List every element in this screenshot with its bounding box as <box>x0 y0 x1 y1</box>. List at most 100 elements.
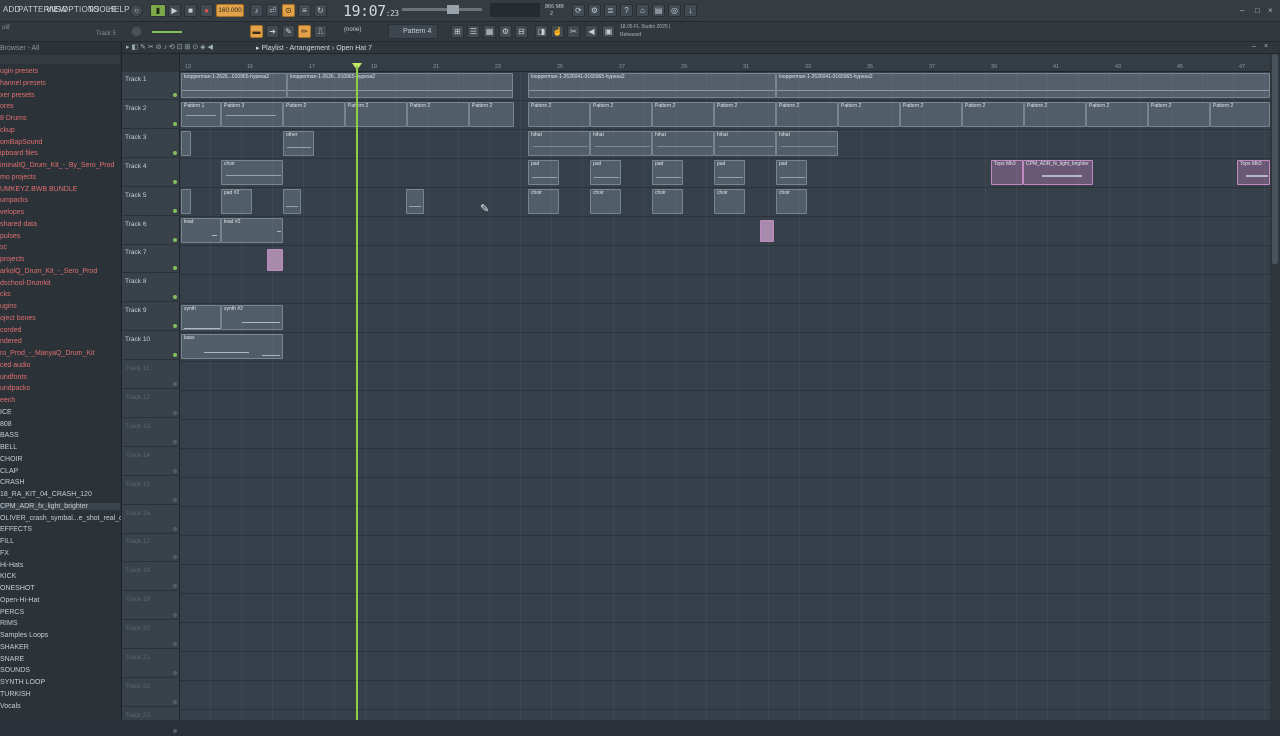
help-icon[interactable]: ? <box>620 4 633 17</box>
pattern-clip[interactable] <box>181 189 191 214</box>
track-enable-icon[interactable] <box>173 671 177 675</box>
project-icon[interactable]: ⊟ <box>515 25 528 38</box>
pattern-clip[interactable]: pad <box>714 160 745 185</box>
record-mode-icon[interactable]: ○ <box>130 4 143 17</box>
play-button[interactable]: ▶ <box>168 4 181 17</box>
track-enable-icon[interactable] <box>173 526 177 531</box>
browser-item[interactable]: ores <box>0 103 14 110</box>
pattern-clip[interactable]: choir <box>590 189 621 214</box>
pattern-clip[interactable]: pad #2 <box>221 189 252 214</box>
pattern-clip[interactable]: choir <box>652 189 683 214</box>
browser-item[interactable]: cks <box>0 291 11 298</box>
pattern-clip[interactable]: bass <box>181 334 283 359</box>
blend-notes-icon[interactable]: ≡ <box>298 4 311 17</box>
track-header[interactable]: Track 22 <box>122 679 180 707</box>
browser-item[interactable]: undfonts <box>0 374 27 381</box>
slide-icon[interactable]: ➜ <box>266 25 279 38</box>
cut-icon[interactable]: ✂ <box>567 25 580 38</box>
track-header[interactable]: Track 18 <box>122 563 180 592</box>
track-enable-icon[interactable] <box>173 410 177 415</box>
pattern-clip[interactable]: choir <box>714 189 745 214</box>
pattern-selector[interactable]: Pattern 4 <box>388 24 438 39</box>
browser-item[interactable]: OLIVER_crash_symbal...e_shot_real_clean_… <box>0 515 121 522</box>
pattern-clip[interactable]: choir <box>221 160 283 185</box>
vertical-scrollbar[interactable] <box>1270 54 1280 720</box>
browser-item[interactable]: Vocals <box>0 703 21 710</box>
browser-item[interactable]: hannel presets <box>0 80 46 87</box>
pattern-clip[interactable]: choir <box>528 189 559 214</box>
track-enable-icon[interactable] <box>173 353 177 358</box>
browser-item[interactable]: KICK <box>0 573 16 580</box>
browser-item[interactable]: ndered <box>0 338 22 345</box>
pattern-clip[interactable]: hihat <box>652 131 714 156</box>
pattern-clip[interactable]: Pattern 1 <box>181 102 221 127</box>
audio-clip[interactable] <box>267 249 283 271</box>
track-enable-icon[interactable] <box>173 699 177 704</box>
track-header[interactable]: Track 7 <box>122 245 180 274</box>
pattern-clip[interactable]: synth <box>181 305 221 330</box>
pattern-clip[interactable]: Pattern 2 <box>1148 102 1210 127</box>
store-icon[interactable]: ▣ <box>602 25 615 38</box>
browser-item[interactable]: CLAP <box>0 468 18 475</box>
browser-item[interactable]: FX <box>0 550 9 557</box>
track-enable-icon[interactable] <box>173 237 177 242</box>
track-header[interactable]: Track 15 <box>122 477 180 505</box>
browser-item[interactable]: SYNTH LOOP <box>0 679 45 686</box>
snap-icon[interactable]: ▬ <box>250 25 263 38</box>
pattern-clip[interactable]: Pattern 2 <box>1210 102 1270 127</box>
mixer-view-icon[interactable]: ⊞ <box>451 25 464 38</box>
audio-clip[interactable]: Tops Mb3 <box>991 160 1023 185</box>
timeline-ruler[interactable]: 13151719212325272931333537394143454749 <box>180 54 1270 72</box>
channel-rack-icon[interactable]: ☰ <box>467 25 480 38</box>
pattern-clip[interactable]: lead #2 <box>221 218 283 243</box>
browser-item[interactable]: umpacks <box>0 197 28 204</box>
pattern-clip[interactable]: Pattern 2 <box>407 102 469 127</box>
maximize-icon[interactable]: □ <box>1255 6 1265 16</box>
pattern-clip[interactable]: Pattern 2 <box>652 102 714 127</box>
menu-help[interactable]: HELP <box>108 5 130 14</box>
pattern-clip[interactable] <box>406 189 424 214</box>
pattern-clip[interactable]: Pattern 2 <box>283 102 345 127</box>
browser-item[interactable]: Open-Hi-Hat <box>0 597 39 604</box>
browser-item[interactable]: CHOIR <box>0 456 23 463</box>
browser-item[interactable]: ugin presets <box>0 68 38 75</box>
loop-record-icon[interactable]: ↻ <box>314 4 327 17</box>
track-header[interactable]: Track 3 <box>122 130 180 158</box>
undo-history-icon[interactable]: ⟳ <box>572 4 585 17</box>
track-enable-icon[interactable] <box>173 121 177 126</box>
pattern-clip[interactable]: Pattern 3 <box>221 102 283 127</box>
pattern-clip[interactable]: Pattern 2 <box>1086 102 1148 127</box>
track-header[interactable]: Track 17 <box>122 534 180 563</box>
pattern-clip[interactable]: lead <box>181 218 221 243</box>
piano-roll-icon[interactable]: ▤ <box>652 4 665 17</box>
browser-item[interactable]: TURKISH <box>0 691 31 698</box>
playlist-close-icon[interactable]: × <box>1264 43 1274 53</box>
track-enable-icon[interactable] <box>173 208 177 213</box>
pattern-clip[interactable]: other <box>283 131 314 156</box>
track-header[interactable]: Track 1 <box>122 72 180 100</box>
track-header[interactable]: Track 16 <box>122 506 180 534</box>
track-enable-icon[interactable] <box>173 555 177 560</box>
browser-item[interactable]: ipboard files <box>0 150 38 157</box>
pattern-clip[interactable]: Pattern 2 <box>714 102 776 127</box>
pattern-clip[interactable]: synth #2 <box>221 305 283 330</box>
pattern-clip[interactable]: pad <box>652 160 683 185</box>
audio-clip[interactable]: loopperman-1-2626041-0165965-hypesa2 <box>776 73 1270 98</box>
audio-clip[interactable]: CPM_ADR_fx_light_brighter <box>1023 160 1093 185</box>
audio-clip[interactable]: loopperman-1-2626041-0165965-hypesa2 <box>528 73 776 98</box>
track-header[interactable]: Track 10 <box>122 332 180 361</box>
minimize-icon[interactable]: – <box>1240 6 1250 16</box>
track-header[interactable]: Track 13 <box>122 419 180 447</box>
pattern-clip[interactable] <box>181 131 191 156</box>
browser-item[interactable]: ICE <box>0 409 12 416</box>
browser-item[interactable]: FILL <box>0 538 14 545</box>
track-header[interactable]: Track 8 <box>122 274 180 303</box>
playlist-minimize-icon[interactable]: – <box>1252 43 1262 53</box>
pat-song-toggle[interactable]: ▮ <box>150 4 166 17</box>
browser-item[interactable]: omBapSound <box>0 139 42 146</box>
browser-item[interactable]: projects <box>0 256 25 263</box>
track-enable-icon[interactable] <box>173 93 177 97</box>
pattern-clip[interactable] <box>283 189 301 214</box>
browser-search-bar[interactable] <box>0 55 120 64</box>
browser-item[interactable]: ONESHOT <box>0 585 35 592</box>
